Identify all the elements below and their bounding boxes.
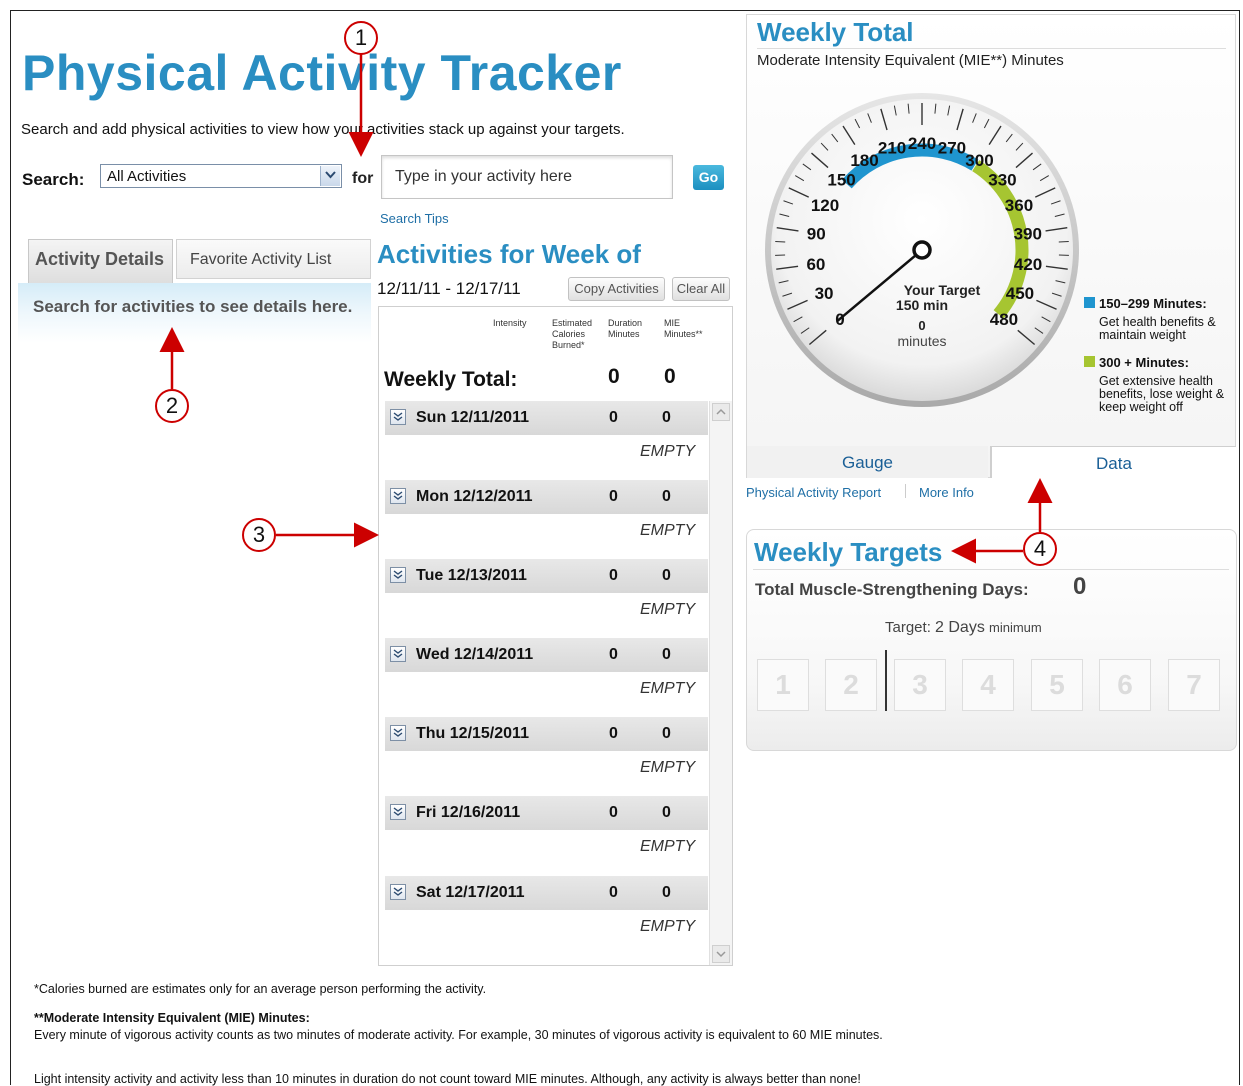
callout-1: 1 — [344, 21, 378, 55]
callout-arrows — [0, 0, 1243, 1084]
callout-4: 4 — [1023, 532, 1057, 566]
callout-2: 2 — [155, 389, 189, 423]
callout-3: 3 — [242, 518, 276, 552]
